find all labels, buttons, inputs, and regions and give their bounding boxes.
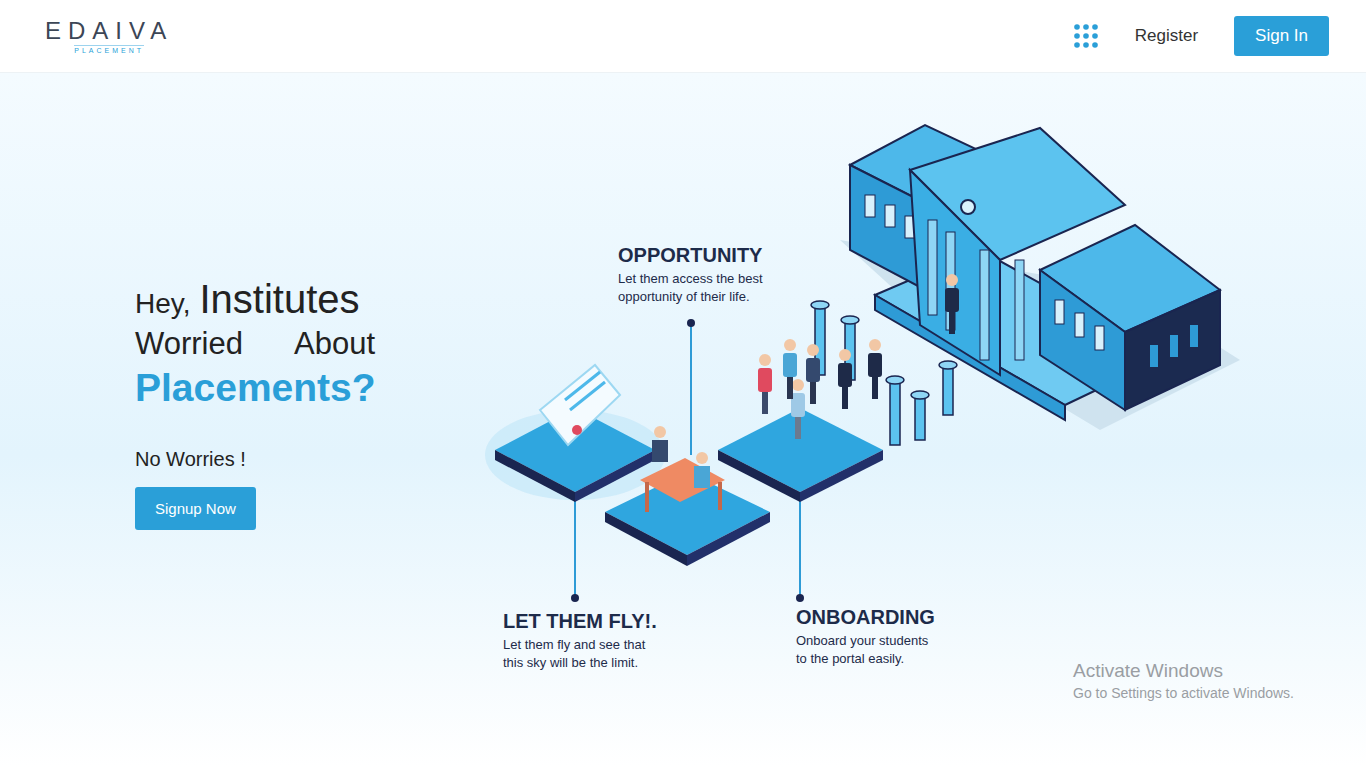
feature-text: this sky will be the limit. — [503, 654, 657, 672]
illustration: OPPORTUNITY Let them access the bestoppor… — [480, 110, 1240, 690]
hero: Hey,Institutes WorriedAbout Placements? No … — [0, 73, 1366, 767]
hero-subtitle: WorriedAbout — [135, 326, 375, 362]
hero-title: Hey,Institutes — [135, 277, 480, 322]
activation-watermark: Activate WindowsGo to Settings to activa… — [1073, 660, 1294, 701]
header: EDAIVAPLACEMENT Register Sign In — [0, 0, 1366, 73]
hero-text: Hey,Institutes WorriedAbout Placements? No … — [0, 73, 480, 767]
feature-title: LET THEM FLY!. — [503, 610, 657, 633]
register-link[interactable]: Register — [1135, 26, 1198, 46]
feature-text: opportunity of their life. — [618, 288, 763, 306]
feature-text: Let them access the best — [618, 270, 763, 288]
logo-name: EDAIVA — [45, 18, 173, 44]
feature-callout: LET THEM FLY!. Let them fly and see thatt… — [503, 610, 657, 672]
feature-callout: ONBOARDING Onboard your studentsto the po… — [796, 606, 935, 668]
feature-text: to the portal easily. — [796, 650, 935, 668]
apps-grid-icon[interactable] — [1073, 23, 1099, 49]
logo-tagline: PLACEMENT — [74, 45, 144, 54]
feature-text: Onboard your students — [796, 632, 935, 650]
feature-callout: OPPORTUNITY Let them access the bestoppor… — [618, 244, 763, 306]
feature-text: Let them fly and see that — [503, 636, 657, 654]
landing-page: EDAIVAPLACEMENT Register Sign In Hey,Instit… — [0, 0, 1366, 767]
sign-in-button[interactable]: Sign In — [1234, 16, 1329, 56]
hero-headline: Placements? — [135, 366, 480, 410]
feature-title: OPPORTUNITY — [618, 244, 763, 267]
logo[interactable]: EDAIVAPLACEMENT — [45, 18, 173, 54]
campus-illustration — [480, 110, 1240, 690]
nav: Register Sign In — [1073, 16, 1329, 56]
hero-subtext: No Worries ! — [135, 448, 480, 471]
feature-title: ONBOARDING — [796, 606, 935, 629]
signup-button[interactable]: Signup Now — [135, 487, 256, 530]
